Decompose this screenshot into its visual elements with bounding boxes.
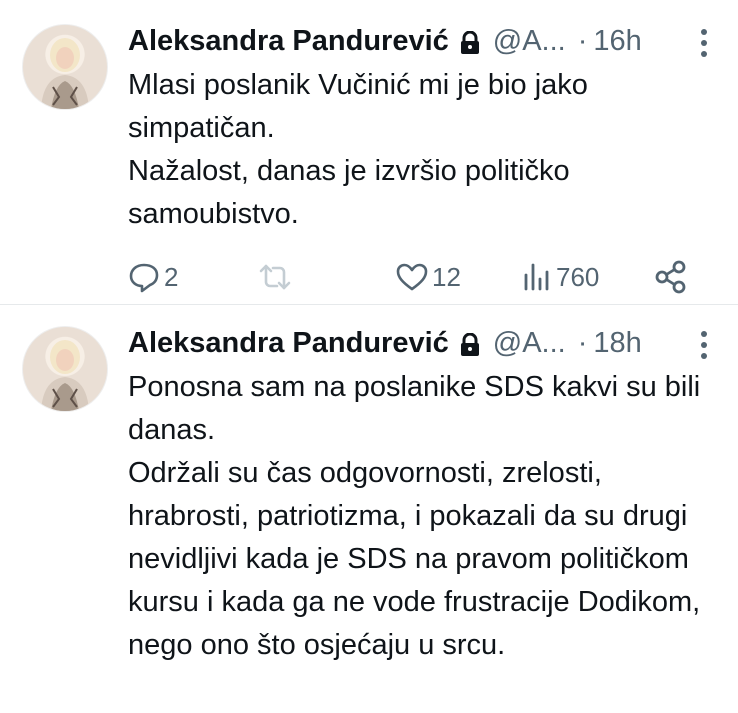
- author-handle[interactable]: @A...: [493, 24, 566, 58]
- views-icon: [522, 263, 552, 291]
- like-icon: [396, 262, 428, 292]
- separator-dot: ·: [577, 25, 588, 57]
- views-count: 760: [556, 261, 600, 292]
- lock-icon: [459, 29, 481, 54]
- like-button[interactable]: 12: [396, 262, 522, 293]
- author-handle[interactable]: @A...: [493, 326, 566, 360]
- tweet-line: Mlasi poslanik Vučinić mi je bio jako si…: [128, 69, 588, 144]
- share-icon: [654, 260, 688, 294]
- retweet-button[interactable]: [258, 262, 396, 292]
- reply-button[interactable]: 2: [128, 261, 258, 293]
- views-button[interactable]: 760: [522, 262, 654, 293]
- action-bar: 2 12 760: [128, 259, 718, 295]
- timestamp[interactable]: 16h: [593, 24, 641, 58]
- tweet[interactable]: Aleksandra Pandurević @A... · 18h Ponosn…: [0, 304, 738, 713]
- tweet-line: Nažalost, danas je izvršio političko sam…: [128, 155, 570, 230]
- share-button[interactable]: [654, 260, 688, 294]
- more-icon[interactable]: [700, 330, 708, 360]
- reply-count: 2: [164, 261, 179, 292]
- tweet[interactable]: Aleksandra Pandurević @A... · 16h Mlasi …: [0, 0, 738, 304]
- like-count: 12: [432, 261, 461, 292]
- tweet-line: Ponosna sam na poslanike SDS kakvi su bi…: [128, 371, 701, 446]
- reply-icon: [128, 261, 160, 293]
- avatar[interactable]: [22, 326, 108, 412]
- author-name[interactable]: Aleksandra Pandurević: [128, 24, 449, 58]
- avatar[interactable]: [22, 24, 108, 110]
- tweet-text: Ponosna sam na poslanike SDS kakvi su bi…: [128, 366, 718, 667]
- separator-dot: ·: [577, 327, 588, 359]
- retweet-icon: [258, 262, 292, 292]
- lock-icon: [459, 331, 481, 356]
- tweet-text: Mlasi poslanik Vučinić mi je bio jako si…: [128, 64, 718, 236]
- author-name[interactable]: Aleksandra Pandurević: [128, 326, 449, 360]
- more-icon[interactable]: [700, 28, 708, 58]
- timestamp[interactable]: 18h: [593, 326, 641, 360]
- tweet-line: Održali su čas odgovornosti, zrelosti, h…: [128, 457, 701, 661]
